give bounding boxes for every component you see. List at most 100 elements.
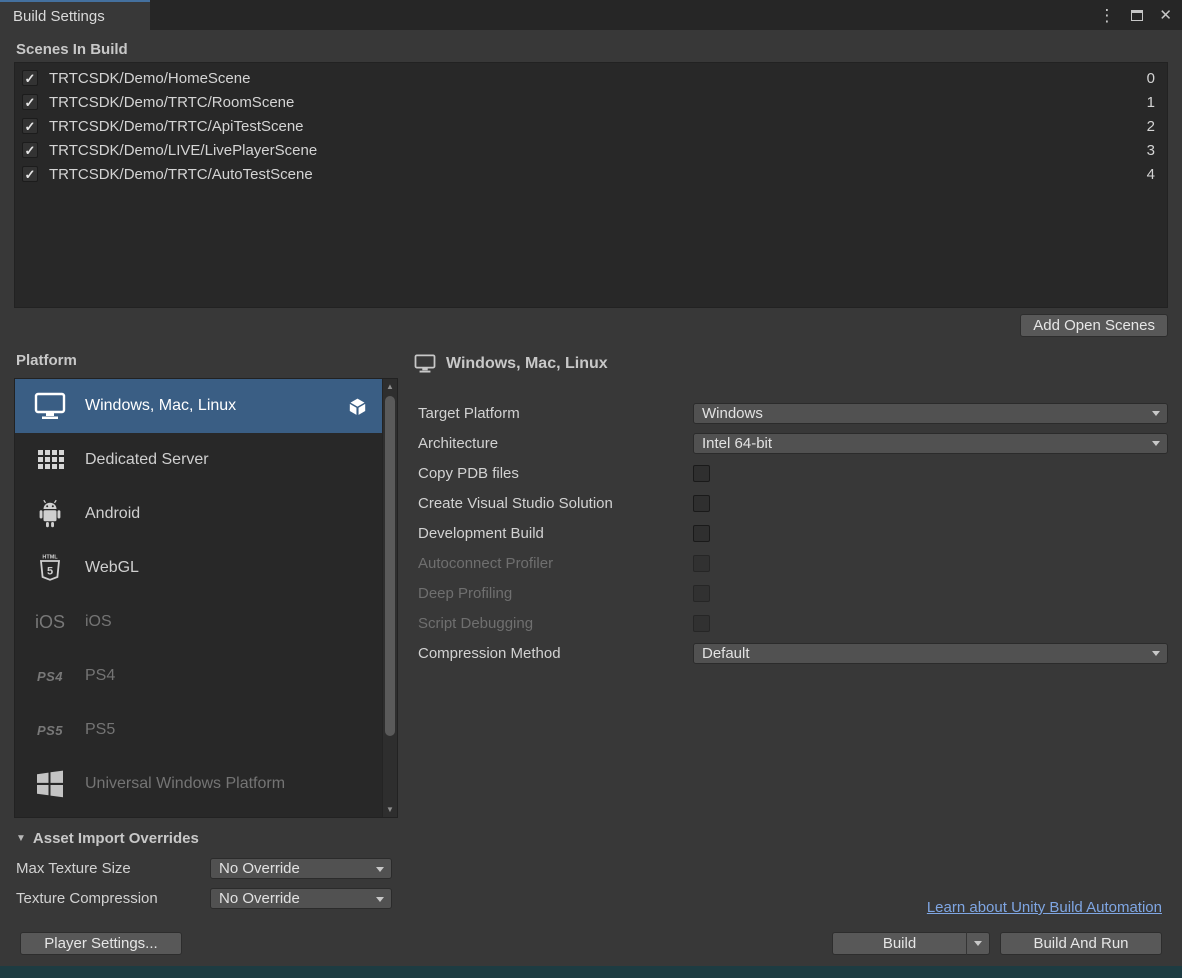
svg-text:HTML: HTML (42, 554, 58, 560)
compression-method-dropdown[interactable]: Default (693, 643, 1168, 664)
setting-row-copy-pdb-files: Copy PDB files (418, 462, 1168, 484)
windows-icon (27, 769, 73, 799)
scene-path: TRTCSDK/Demo/TRTC/AutoTestScene (49, 166, 313, 183)
scene-row[interactable]: TRTCSDK/Demo/TRTC/AutoTestScene 4 (15, 162, 1167, 186)
scroll-up-icon[interactable]: ▲ (383, 379, 397, 394)
autoconnect-profiler-checkbox (693, 555, 710, 572)
setting-label: Compression Method (418, 645, 693, 662)
window-menu-icon[interactable]: ⋮ (1098, 7, 1115, 24)
setting-label: Architecture (418, 435, 693, 452)
scene-checkbox[interactable] (22, 70, 38, 86)
dropdown-value: Windows (702, 405, 763, 422)
scene-row[interactable]: TRTCSDK/Demo/TRTC/ApiTestScene 2 (15, 114, 1167, 138)
setting-row-script-debugging: Script Debugging (418, 612, 1168, 634)
setting-row-development-build: Development Build (418, 522, 1168, 544)
chevron-down-icon (1152, 441, 1160, 446)
html5-icon: HTML 5 (27, 553, 73, 584)
add-open-scenes-button[interactable]: Add Open Scenes (1020, 314, 1168, 337)
architecture-dropdown[interactable]: Intel 64-bit (693, 433, 1168, 454)
platform-label: iOS (85, 613, 112, 631)
setting-label: Copy PDB files (418, 465, 693, 482)
scrollbar-thumb[interactable] (385, 396, 395, 736)
scene-checkbox[interactable] (22, 166, 38, 182)
dropdown-value: Default (702, 645, 750, 662)
ps4-logo-icon: PS4 (27, 669, 73, 684)
setting-label: Max Texture Size (16, 860, 210, 877)
scroll-down-icon[interactable]: ▼ (383, 802, 397, 817)
platform-header: Platform (16, 352, 77, 369)
script-debugging-checkbox (693, 615, 710, 632)
build-split-button: Build (832, 932, 990, 955)
development-build-checkbox[interactable] (693, 525, 710, 542)
unity-build-automation-link[interactable]: Learn about Unity Build Automation (927, 899, 1162, 916)
window-tab[interactable]: Build Settings (0, 0, 150, 30)
window-title: Build Settings (13, 8, 105, 25)
setting-label: Create Visual Studio Solution (418, 495, 693, 512)
setting-label: Target Platform (418, 405, 693, 422)
max-texture-size-dropdown[interactable]: No Override (210, 858, 392, 879)
create-vs-solution-checkbox[interactable] (693, 495, 710, 512)
copy-pdb-files-checkbox[interactable] (693, 465, 710, 482)
texture-compression-dropdown[interactable]: No Override (210, 888, 392, 909)
svg-text:5: 5 (47, 565, 53, 577)
platform-item-ps4[interactable]: PS4 PS4 (15, 649, 382, 703)
scene-checkbox[interactable] (22, 94, 38, 110)
bottom-strip (0, 966, 1182, 978)
maximize-icon[interactable] (1131, 10, 1143, 21)
scene-path: TRTCSDK/Demo/LIVE/LivePlayerScene (49, 142, 317, 159)
asset-import-overrides-foldout[interactable]: ▼ Asset Import Overrides (16, 830, 199, 847)
titlebar-icons: ⋮ ✕ (1098, 0, 1172, 30)
scene-index: 0 (1147, 70, 1155, 87)
build-options-dropdown[interactable] (967, 932, 990, 955)
platform-label: Universal Windows Platform (85, 775, 285, 793)
platform-label: PS5 (85, 721, 115, 739)
monitor-icon (414, 354, 436, 373)
scene-index: 1 (1147, 94, 1155, 111)
scene-checkbox[interactable] (22, 142, 38, 158)
chevron-down-icon (1152, 411, 1160, 416)
close-icon[interactable]: ✕ (1159, 8, 1172, 23)
player-settings-button[interactable]: Player Settings... (20, 932, 182, 955)
setting-row-autoconnect-profiler: Autoconnect Profiler (418, 552, 1168, 574)
scene-index: 3 (1147, 142, 1155, 159)
scene-index: 2 (1147, 118, 1155, 135)
platform-item-dedicated-server[interactable]: Dedicated Server (15, 433, 382, 487)
titlebar: Build Settings ⋮ ✕ (0, 0, 1182, 30)
scene-row[interactable]: TRTCSDK/Demo/HomeScene 0 (15, 66, 1167, 90)
max-texture-size-row: Max Texture Size No Override (16, 858, 392, 879)
scene-path: TRTCSDK/Demo/HomeScene (49, 70, 250, 87)
platform-item-windows-mac-linux[interactable]: Windows, Mac, Linux (15, 379, 382, 433)
setting-row-deep-profiling: Deep Profiling (418, 582, 1168, 604)
scene-checkbox[interactable] (22, 118, 38, 134)
platform-item-android[interactable]: Android (15, 487, 382, 541)
scene-row[interactable]: TRTCSDK/Demo/LIVE/LivePlayerScene 3 (15, 138, 1167, 162)
chevron-down-icon (376, 867, 384, 872)
platform-item-ps5[interactable]: PS5 PS5 (15, 703, 382, 757)
dropdown-value: Intel 64-bit (702, 435, 772, 452)
selected-platform-title: Windows, Mac, Linux (446, 355, 608, 373)
build-and-run-button[interactable]: Build And Run (1000, 932, 1162, 955)
platform-item-ios[interactable]: iOS iOS (15, 595, 382, 649)
deep-profiling-checkbox (693, 585, 710, 602)
platform-label: Windows, Mac, Linux (85, 397, 236, 415)
platform-label: PS4 (85, 667, 115, 685)
selected-platform-header: Windows, Mac, Linux (414, 354, 608, 373)
texture-compression-row: Texture Compression No Override (16, 888, 392, 909)
chevron-down-icon (1152, 651, 1160, 656)
platform-item-webgl[interactable]: HTML 5 WebGL (15, 541, 382, 595)
platform-list: Windows, Mac, Linux Dedicated Server (14, 378, 398, 818)
server-icon (27, 447, 73, 473)
chevron-down-icon (974, 941, 982, 946)
monitor-icon (27, 392, 73, 420)
scenes-in-build-list[interactable]: TRTCSDK/Demo/HomeScene 0 TRTCSDK/Demo/TR… (14, 62, 1168, 308)
scene-row[interactable]: TRTCSDK/Demo/TRTC/RoomScene 1 (15, 90, 1167, 114)
setting-label: Autoconnect Profiler (418, 555, 693, 572)
setting-row-create-vs-solution: Create Visual Studio Solution (418, 492, 1168, 514)
dropdown-value: No Override (219, 860, 300, 877)
platform-item-uwp[interactable]: Universal Windows Platform (15, 757, 382, 811)
platform-scrollbar[interactable]: ▲ ▼ (382, 379, 397, 817)
android-icon (27, 499, 73, 529)
build-button[interactable]: Build (832, 932, 967, 955)
target-platform-dropdown[interactable]: Windows (693, 403, 1168, 424)
dropdown-value: No Override (219, 890, 300, 907)
